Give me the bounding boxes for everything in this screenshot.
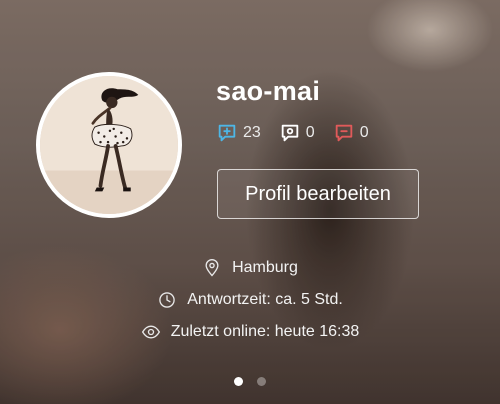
- location-row: Hamburg: [0, 258, 500, 278]
- neutral-rating[interactable]: 0: [279, 122, 315, 144]
- avatar[interactable]: [36, 72, 182, 218]
- response-time-text: Antwortzeit: ca. 5 Std.: [187, 291, 343, 308]
- positive-count: 23: [243, 124, 261, 141]
- positive-rating[interactable]: 23: [216, 122, 261, 144]
- clock-icon: [159, 292, 175, 308]
- response-time-row: Antwortzeit: ca. 5 Std.: [0, 290, 500, 310]
- comment-neutral-icon: [281, 124, 299, 142]
- location-pin-icon: [205, 259, 219, 277]
- negative-count: 0: [359, 124, 369, 141]
- page-dot-2[interactable]: [257, 377, 266, 386]
- eye-icon: [141, 325, 160, 339]
- last-online-text: Zuletzt online: heute 16:38: [170, 323, 360, 340]
- page-dot-1[interactable]: [234, 377, 243, 386]
- profile-header: sao-mai 23 0 0 Profil bearbeiten Hamburg…: [0, 0, 500, 404]
- username: sao-mai: [216, 76, 321, 106]
- page-indicator: [0, 377, 500, 386]
- last-online-row: Zuletzt online: heute 16:38: [0, 322, 500, 342]
- comment-plus-icon: [218, 124, 236, 142]
- neutral-count: 0: [305, 124, 315, 141]
- rating-stats: 23 0 0: [216, 122, 369, 144]
- location-text: Hamburg: [232, 259, 298, 276]
- negative-rating[interactable]: 0: [333, 122, 369, 144]
- dancer-photo: [40, 76, 178, 214]
- comment-minus-icon: [335, 124, 352, 142]
- edit-profile-button[interactable]: Profil bearbeiten: [217, 169, 419, 219]
